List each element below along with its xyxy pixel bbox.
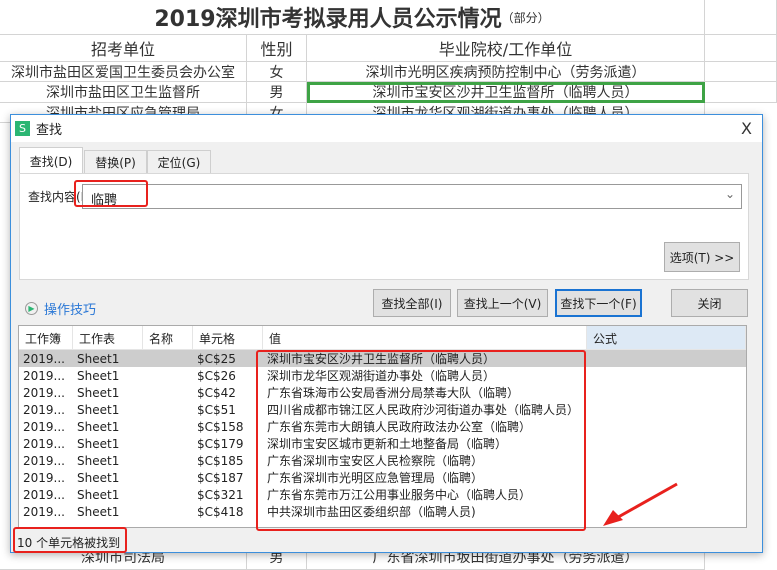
tab-replace[interactable]: 替换(P): [84, 150, 147, 173]
result-workbook: 2019...: [23, 504, 65, 519]
cell[interactable]: [705, 62, 777, 82]
cell-gender[interactable]: 女: [247, 62, 307, 82]
cell[interactable]: [705, 35, 777, 62]
result-cell: $C$418: [197, 504, 244, 519]
dialog-title: 查找: [36, 123, 63, 138]
title-suffix: （部分）: [501, 10, 550, 25]
options-button[interactable]: 选项(T) >>: [664, 242, 740, 272]
result-sheet: Sheet1: [77, 504, 120, 519]
find-dialog: S 查找 X 查找(D) 替换(P) 定位(G) 查找内容(N) 临聘 ⌄ 选项(…: [10, 114, 763, 553]
close-button[interactable]: 关闭: [671, 289, 748, 317]
result-sheet: Sheet1: [77, 436, 120, 451]
header-gender[interactable]: 性别: [247, 35, 307, 62]
result-cell: $C$25: [197, 351, 236, 366]
highlight-box: [13, 527, 127, 553]
result-sheet: Sheet1: [77, 402, 120, 417]
header-school[interactable]: 毕业院校/工作单位: [307, 35, 705, 62]
result-cell: $C$51: [197, 402, 236, 417]
result-cell: $C$321: [197, 487, 244, 502]
cell-unit[interactable]: 深圳市盐田区卫生监督所: [0, 82, 247, 103]
col-name[interactable]: 名称: [143, 326, 193, 349]
col-cell[interactable]: 单元格: [193, 326, 263, 349]
result-cell: $C$187: [197, 470, 244, 485]
header-unit[interactable]: 招考单位: [0, 35, 247, 62]
cell-unit[interactable]: 深圳市盐田区爱国卫生委员会办公室: [0, 62, 247, 82]
result-cell: $C$179: [197, 436, 244, 451]
cell-school[interactable]: 深圳市光明区疾病预防控制中心（劳务派遣）: [307, 62, 705, 82]
find-all-button[interactable]: 查找全部(I): [373, 289, 451, 317]
sheet-title[interactable]: 2019深圳市考拟录用人员公示情况 （部分）: [0, 0, 705, 35]
result-sheet: Sheet1: [77, 368, 120, 383]
chevron-down-icon[interactable]: ⌄: [725, 187, 735, 201]
result-cell: $C$42: [197, 385, 236, 400]
result-cell: $C$26: [197, 368, 236, 383]
highlight-box: [256, 350, 586, 531]
result-workbook: 2019...: [23, 419, 65, 434]
result-workbook: 2019...: [23, 385, 65, 400]
highlight-box: [74, 180, 148, 207]
find-prev-button[interactable]: 查找上一个(V): [457, 289, 548, 317]
result-sheet: Sheet1: [77, 470, 120, 485]
result-sheet: Sheet1: [77, 487, 120, 502]
cell[interactable]: [705, 0, 777, 35]
result-cell: $C$185: [197, 453, 244, 468]
result-workbook: 2019...: [23, 470, 65, 485]
col-worksheet[interactable]: 工作表: [73, 326, 143, 349]
dialog-titlebar[interactable]: S 查找 X: [11, 115, 762, 142]
result-sheet: Sheet1: [77, 351, 120, 366]
result-workbook: 2019...: [23, 453, 65, 468]
col-workbook[interactable]: 工作簿: [19, 326, 73, 349]
result-workbook: 2019...: [23, 402, 65, 417]
tab-goto[interactable]: 定位(G): [147, 150, 211, 173]
result-cell: $C$158: [197, 419, 244, 434]
play-icon: ▶: [25, 302, 38, 315]
result-sheet: Sheet1: [77, 385, 120, 400]
col-formula[interactable]: 公式: [587, 326, 746, 349]
find-panel: 查找内容(N) 临聘 ⌄ 选项(T) >>: [19, 173, 749, 280]
results-header: 工作簿 工作表 名称 单元格 值 公式: [19, 326, 746, 350]
cell-gender[interactable]: 男: [247, 82, 307, 103]
cell-school-selected[interactable]: 深圳市宝安区沙井卫生监督所（临聘人员）: [307, 82, 705, 103]
result-sheet: Sheet1: [77, 453, 120, 468]
result-sheet: Sheet1: [77, 419, 120, 434]
tips-text: 操作技巧: [44, 303, 97, 318]
app-logo-icon: S: [15, 121, 30, 136]
red-arrow-icon: [603, 482, 678, 526]
tips-link[interactable]: ▶ 操作技巧: [25, 299, 96, 318]
tab-find[interactable]: 查找(D): [19, 147, 83, 174]
cell[interactable]: [705, 82, 777, 103]
find-input[interactable]: 临聘 ⌄: [82, 184, 742, 209]
result-workbook: 2019...: [23, 351, 65, 366]
result-workbook: 2019...: [23, 436, 65, 451]
find-next-button[interactable]: 查找下一个(F): [555, 289, 642, 317]
result-workbook: 2019...: [23, 368, 65, 383]
title-text: 2019深圳市考拟录用人员公示情况: [154, 7, 502, 32]
close-icon[interactable]: X: [741, 119, 752, 138]
result-workbook: 2019...: [23, 487, 65, 502]
col-value[interactable]: 值: [263, 326, 587, 349]
